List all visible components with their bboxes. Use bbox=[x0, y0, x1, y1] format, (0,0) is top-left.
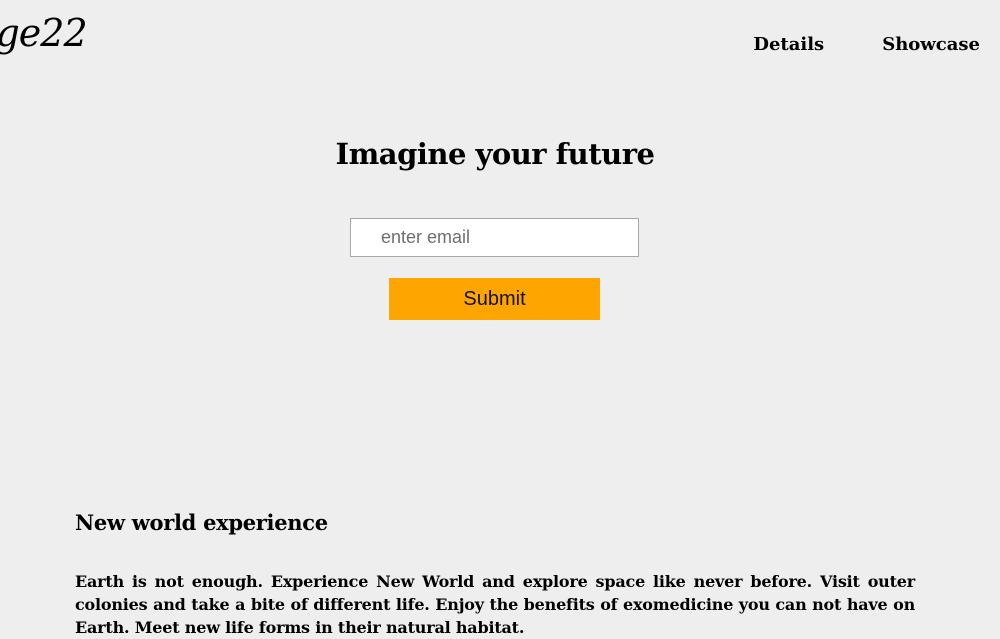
main-nav: Details Showcase bbox=[753, 34, 980, 55]
section-body: Earth is not enough. Experience New Worl… bbox=[75, 572, 915, 637]
nav-link-showcase[interactable]: Showcase bbox=[882, 34, 980, 55]
section-title: New world experience bbox=[75, 510, 328, 535]
hero-title: Imagine your future bbox=[335, 137, 655, 171]
logo[interactable]: nge22 bbox=[0, 14, 88, 52]
email-input[interactable] bbox=[350, 218, 639, 257]
submit-button[interactable]: Submit bbox=[389, 278, 600, 320]
nav-link-details[interactable]: Details bbox=[753, 34, 824, 55]
